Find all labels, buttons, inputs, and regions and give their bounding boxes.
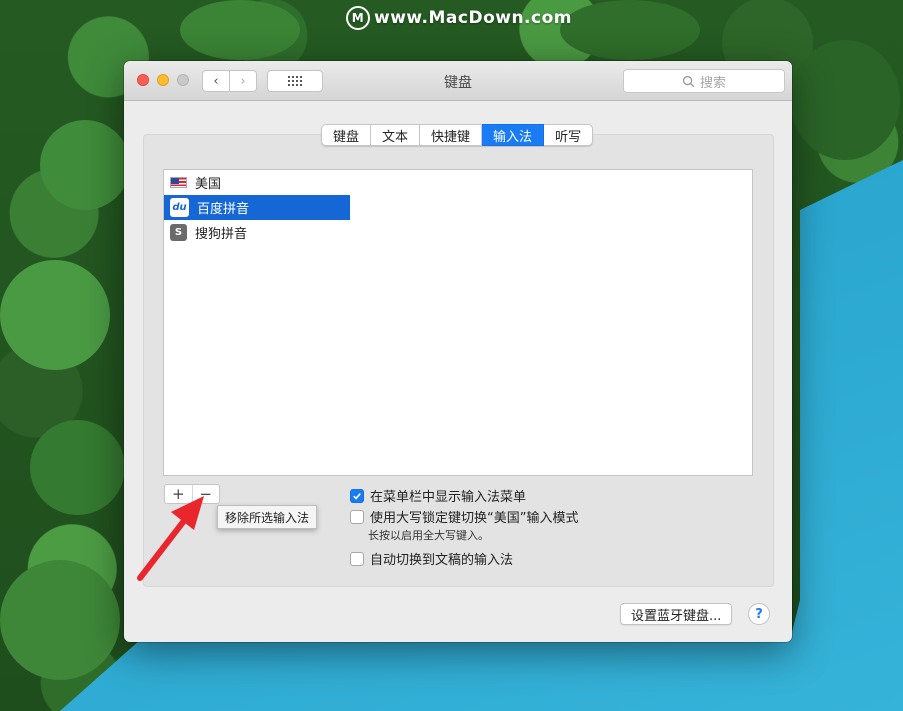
- preferences-tabs: 键盘 文本 快捷键 输入法 听写: [321, 124, 594, 146]
- caps-lock-hint: 长按以启用全大写键入。: [368, 529, 489, 542]
- us-flag-icon: [170, 177, 187, 188]
- search-icon: [682, 75, 695, 87]
- site-watermark: M www.MacDown.com: [346, 6, 572, 30]
- option-label: 使用大写锁定键切换“美国”输入模式: [370, 511, 579, 526]
- watermark-logo: M: [346, 6, 370, 30]
- tab-input-sources[interactable]: 输入法: [482, 124, 545, 146]
- search-placeholder: 搜索: [699, 75, 726, 91]
- wallpaper-tree: [180, 0, 300, 60]
- wallpaper-tree: [0, 260, 110, 370]
- caps-lock-switch-option[interactable]: 使用大写锁定键切换“美国”输入模式: [350, 507, 578, 526]
- checkmark-icon: [353, 492, 361, 500]
- baidu-pinyin-icon: du: [170, 198, 189, 217]
- search-field[interactable]: 搜索: [623, 69, 785, 93]
- option-label: 自动切换到文稿的输入法: [370, 553, 514, 568]
- auto-switch-checkbox[interactable]: [350, 551, 364, 566]
- list-item-us[interactable]: 美国: [164, 170, 350, 195]
- title-bar: ‹ › 键盘 搜索: [124, 61, 792, 101]
- wallpaper-tree: [790, 40, 900, 160]
- wallpaper-tree: [560, 0, 700, 60]
- tab-dictation[interactable]: 听写: [544, 124, 594, 146]
- list-item-label: 百度拼音: [197, 202, 250, 217]
- list-item-sogou-pinyin[interactable]: S 搜狗拼音: [164, 220, 350, 245]
- sogou-pinyin-icon: S: [170, 224, 187, 241]
- option-label: 在菜单栏中显示输入法菜单: [370, 490, 527, 505]
- watermark-text: www.MacDown.com: [374, 8, 572, 28]
- list-item-label: 搜狗拼音: [195, 227, 248, 242]
- help-button[interactable]: ?: [748, 603, 770, 625]
- tab-keyboard[interactable]: 键盘: [321, 124, 372, 146]
- list-item-baidu-pinyin[interactable]: du 百度拼音: [164, 195, 350, 220]
- remove-input-source-button[interactable]: −: [193, 485, 220, 503]
- show-input-menu-checkbox[interactable]: [350, 488, 364, 503]
- caps-lock-switch-checkbox[interactable]: [350, 509, 364, 524]
- remove-tooltip: 移除所选输入法: [217, 505, 318, 529]
- list-item-label: 美国: [195, 177, 222, 192]
- wallpaper-tree: [0, 560, 120, 680]
- keyboard-preferences-window: ‹ › 键盘 搜索 键盘 文本 快捷键 输入法 听写 美国 du 百度拼音 S …: [124, 61, 792, 642]
- input-source-detail-pane: [350, 169, 753, 476]
- wallpaper-tree: [30, 420, 125, 515]
- tab-shortcuts[interactable]: 快捷键: [420, 124, 483, 146]
- wallpaper-tree: [40, 120, 130, 210]
- show-input-menu-option[interactable]: 在菜单栏中显示输入法菜单: [350, 486, 526, 505]
- input-sources-list: 美国 du 百度拼音 S 搜狗拼音: [163, 169, 351, 476]
- add-remove-control: + −: [164, 484, 220, 504]
- add-input-source-button[interactable]: +: [165, 485, 193, 503]
- auto-switch-option[interactable]: 自动切换到文稿的输入法: [350, 549, 513, 568]
- setup-bluetooth-keyboard-button[interactable]: 设置蓝牙键盘...: [620, 603, 733, 625]
- tab-text[interactable]: 文本: [371, 124, 421, 146]
